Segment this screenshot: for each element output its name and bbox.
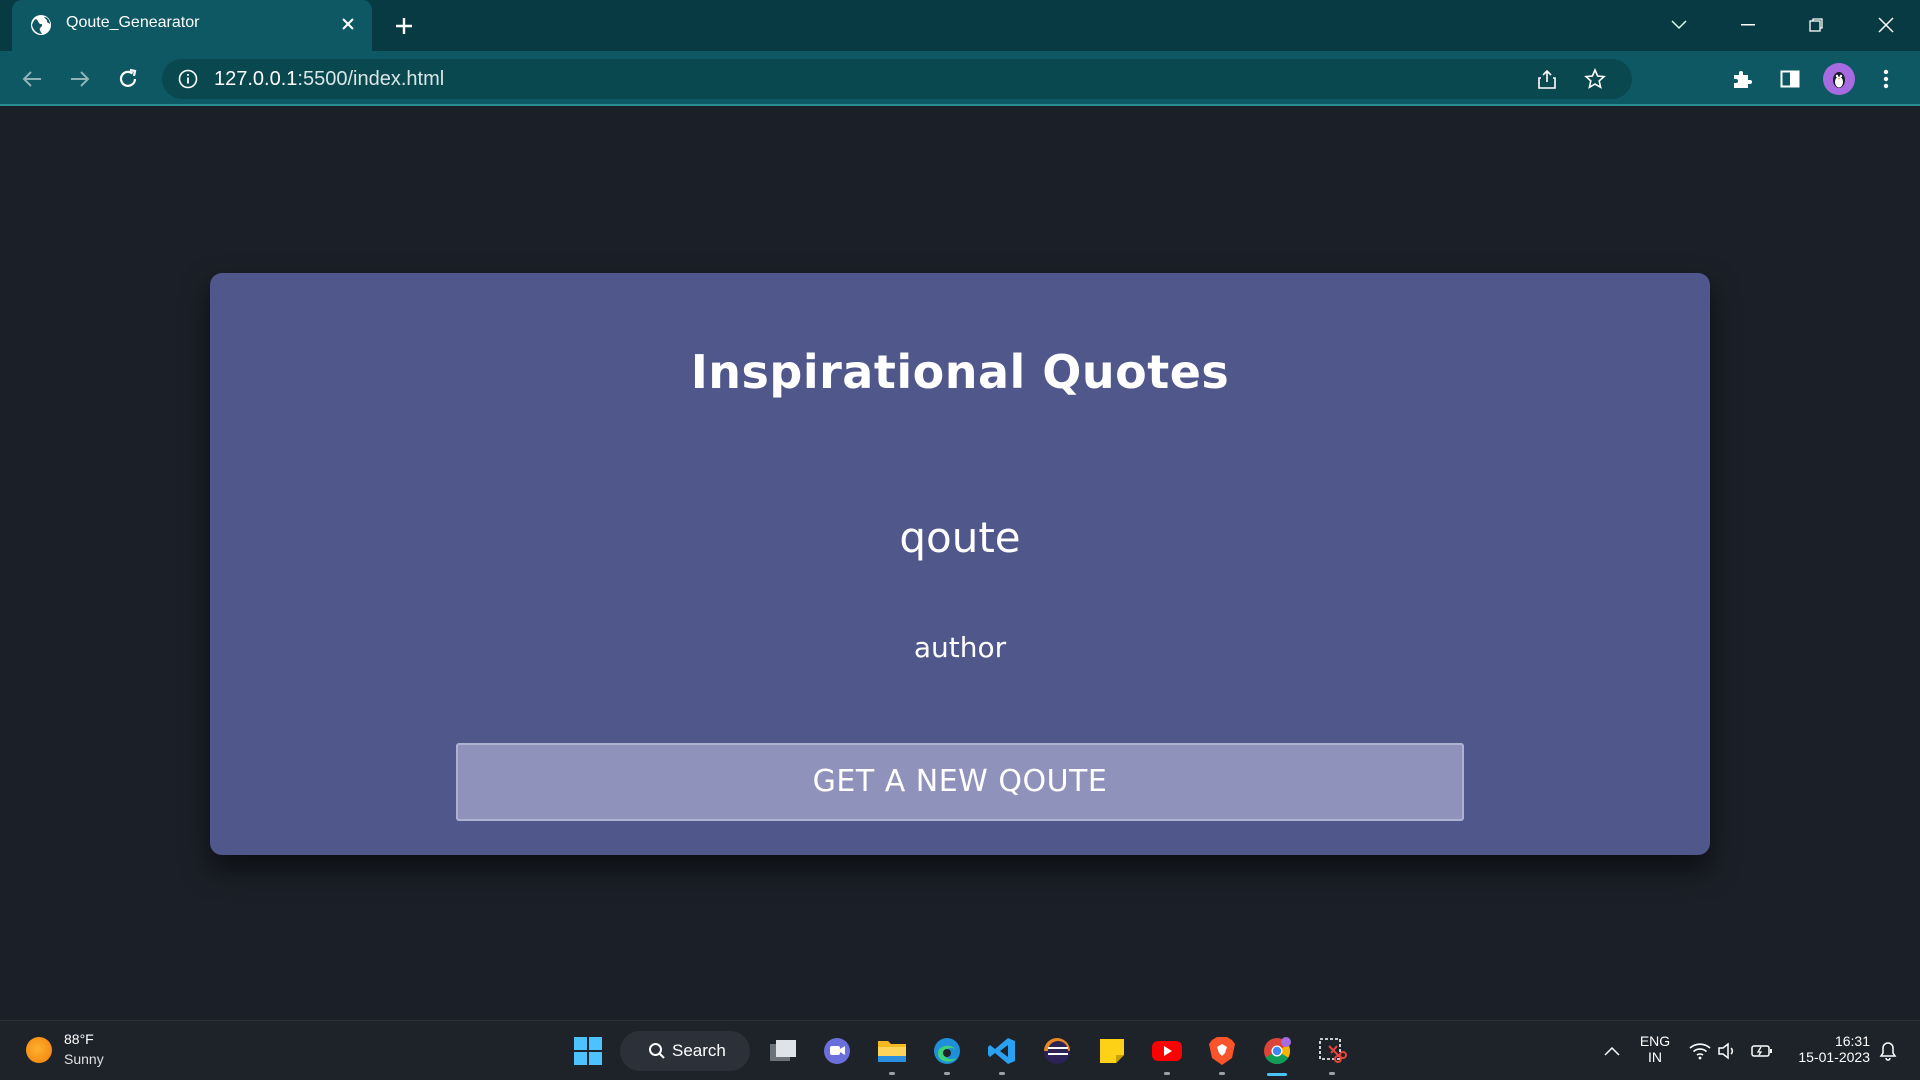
extensions-puzzle-icon[interactable] xyxy=(1726,63,1758,95)
menu-kebab-icon[interactable] xyxy=(1870,63,1902,95)
volume-icon[interactable] xyxy=(1710,1033,1746,1069)
tab-title: Qoute_Genearator xyxy=(66,14,200,31)
taskbar-search[interactable]: Search xyxy=(620,1031,750,1071)
restore-icon[interactable] xyxy=(1796,10,1836,40)
profile-avatar[interactable] xyxy=(1823,63,1855,95)
show-hidden-icons-chevron-icon[interactable] xyxy=(1594,1033,1630,1069)
task-view-icon[interactable] xyxy=(765,1033,801,1069)
browser-toolbar: 127.0.0.1:5500/index.html xyxy=(0,51,1920,106)
language-indicator[interactable]: ENG IN xyxy=(1636,1033,1674,1065)
share-icon[interactable] xyxy=(1535,67,1559,91)
youtube-icon[interactable] xyxy=(1149,1033,1185,1075)
vscode-icon[interactable] xyxy=(984,1033,1020,1075)
browser-tab[interactable]: Qoute_Genearator xyxy=(12,0,372,51)
battery-icon[interactable] xyxy=(1744,1033,1780,1069)
weather-temperature[interactable]: 88°F xyxy=(64,1031,94,1047)
globe-icon xyxy=(31,15,51,35)
penguin-avatar-icon xyxy=(1833,72,1845,88)
windows-start-icon[interactable] xyxy=(570,1033,606,1069)
new-tab-button[interactable] xyxy=(388,10,420,42)
bookmark-star-icon[interactable] xyxy=(1583,67,1607,91)
quote-card: Inspirational Quotes qoute author GET A … xyxy=(210,273,1710,855)
clock[interactable]: 16:31 15-01-2023 xyxy=(1786,1033,1870,1065)
url-text[interactable]: 127.0.0.1:5500/index.html xyxy=(214,68,444,91)
close-window-icon[interactable] xyxy=(1866,10,1906,40)
file-explorer-icon[interactable] xyxy=(874,1033,910,1075)
chrome-icon[interactable] xyxy=(1259,1033,1295,1076)
notification-bell-icon[interactable] xyxy=(1870,1033,1906,1069)
back-icon[interactable] xyxy=(16,63,48,95)
weather-condition[interactable]: Sunny xyxy=(64,1051,104,1067)
search-label: Search xyxy=(672,1041,726,1060)
author-text: author xyxy=(913,631,1007,664)
close-tab-icon[interactable] xyxy=(336,12,360,36)
reload-icon[interactable] xyxy=(112,63,144,95)
address-bar[interactable]: 127.0.0.1:5500/index.html xyxy=(162,59,1632,99)
sun-icon[interactable] xyxy=(26,1037,52,1063)
sticky-notes-icon[interactable] xyxy=(1094,1033,1130,1069)
browser-tab-strip: Qoute_Genearator xyxy=(0,0,1920,51)
search-icon xyxy=(649,1043,665,1059)
quote-text: qoute xyxy=(899,513,1021,562)
edge-browser-icon[interactable] xyxy=(929,1033,965,1075)
brave-browser-icon[interactable] xyxy=(1204,1033,1240,1075)
tab-search-icon[interactable] xyxy=(1659,10,1699,40)
forward-icon[interactable] xyxy=(64,63,96,95)
minimize-icon[interactable] xyxy=(1728,10,1768,40)
info-icon[interactable] xyxy=(178,69,198,89)
taskbar: 88°F Sunny Search ENG IN 16:31 15-01-202… xyxy=(0,1020,1920,1080)
page-viewport: Inspirational Quotes qoute author GET A … xyxy=(0,107,1920,1020)
page-title: Inspirational Quotes xyxy=(690,345,1230,399)
new-quote-button[interactable]: GET A NEW QOUTE xyxy=(456,743,1464,821)
side-panel-icon[interactable] xyxy=(1774,63,1806,95)
teams-chat-icon[interactable] xyxy=(819,1033,855,1069)
eclipse-ide-icon[interactable] xyxy=(1039,1033,1075,1069)
snipping-tool-icon[interactable] xyxy=(1314,1033,1350,1075)
